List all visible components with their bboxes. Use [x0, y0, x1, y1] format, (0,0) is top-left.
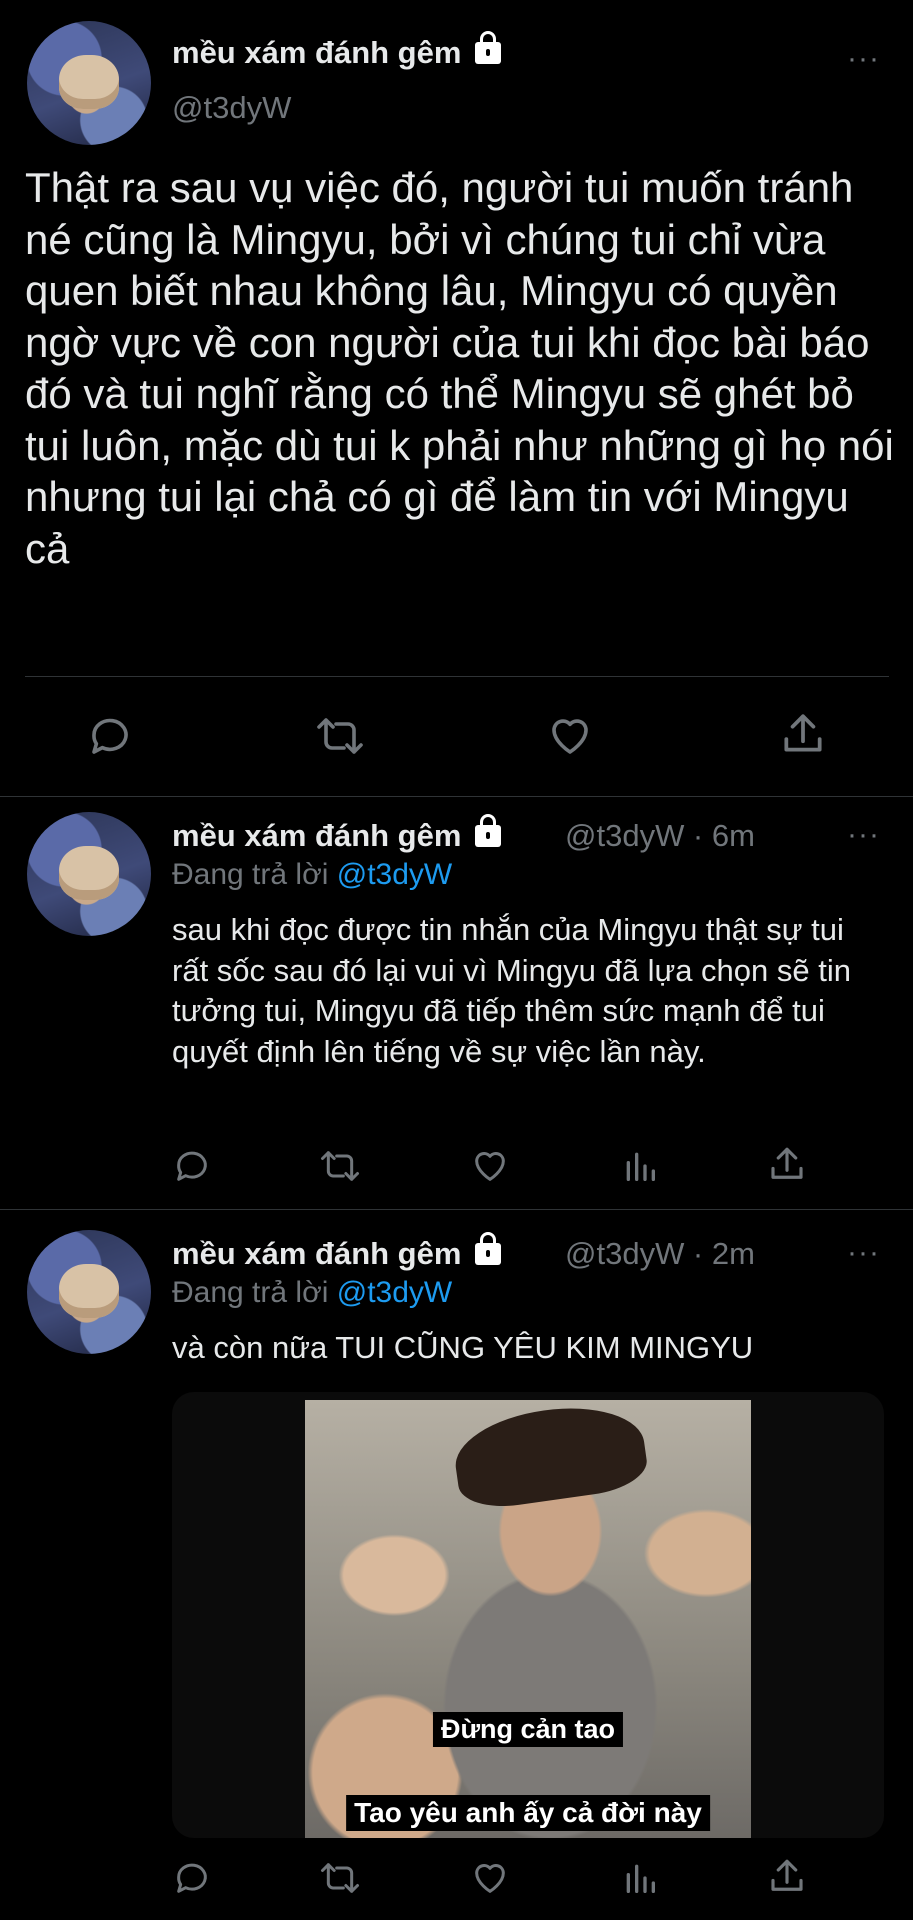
avatar[interactable] — [27, 1230, 151, 1354]
comment-icon[interactable] — [172, 1146, 212, 1186]
heart-icon[interactable] — [546, 712, 594, 760]
lock-icon — [475, 814, 502, 847]
tweet-text: sau khi đọc được tin nhắn của Mingyu thậ… — [172, 912, 851, 1069]
share-icon[interactable] — [778, 710, 828, 760]
heart-icon[interactable] — [470, 1858, 510, 1898]
comment-icon[interactable] — [172, 1858, 212, 1898]
gif-image[interactable]: Đừng cản tao Tao yêu anh ấy cả đời này — [305, 1400, 751, 1838]
comment-icon[interactable] — [86, 712, 134, 760]
handle-time[interactable]: @t3dyW · 2m — [565, 1236, 755, 1272]
divider — [0, 796, 913, 797]
replying-to: Đang trả lời @t3dyW — [172, 1276, 453, 1309]
image-hair-shape — [449, 1400, 651, 1513]
display-name[interactable]: mều xám đánh gêm — [172, 1232, 502, 1272]
lock-icon — [475, 31, 502, 64]
reply-to-handle[interactable]: @t3dyW — [337, 1276, 452, 1309]
divider — [25, 676, 889, 677]
handle-time[interactable]: @t3dyW · 6m — [565, 818, 755, 854]
media-caption: Đừng cản tao — [432, 1712, 624, 1747]
retweet-icon[interactable] — [318, 1146, 362, 1186]
share-icon[interactable] — [766, 1144, 808, 1186]
tweet-text: Thật ra sau vụ việc đó, người tui muốn t… — [25, 164, 894, 572]
retweet-icon[interactable] — [314, 712, 366, 760]
retweet-icon[interactable] — [318, 1858, 362, 1898]
display-name[interactable]: mều xám đánh gêm — [172, 814, 502, 854]
avatar[interactable] — [27, 812, 151, 936]
replying-to: Đang trả lời @t3dyW — [172, 858, 453, 891]
avatar[interactable] — [27, 21, 151, 145]
media-caption: Tao yêu anh ấy cả đời này — [346, 1795, 710, 1831]
heart-icon[interactable] — [470, 1146, 510, 1186]
more-options-icon[interactable]: ··· — [847, 1236, 880, 1270]
analytics-icon[interactable] — [620, 1858, 660, 1898]
analytics-icon[interactable] — [620, 1146, 660, 1186]
display-name[interactable]: mều xám đánh gêm — [172, 31, 502, 71]
more-options-icon[interactable]: ··· — [847, 818, 880, 852]
share-icon[interactable] — [766, 1856, 808, 1898]
more-options-icon[interactable]: ··· — [847, 42, 880, 76]
tweet-text: và còn nữa TUI CŨNG YÊU KIM MINGYU — [172, 1330, 754, 1365]
divider — [0, 1209, 913, 1210]
lock-icon — [475, 1232, 502, 1265]
handle[interactable]: @t3dyW — [172, 90, 291, 126]
reply-to-handle[interactable]: @t3dyW — [337, 858, 452, 891]
